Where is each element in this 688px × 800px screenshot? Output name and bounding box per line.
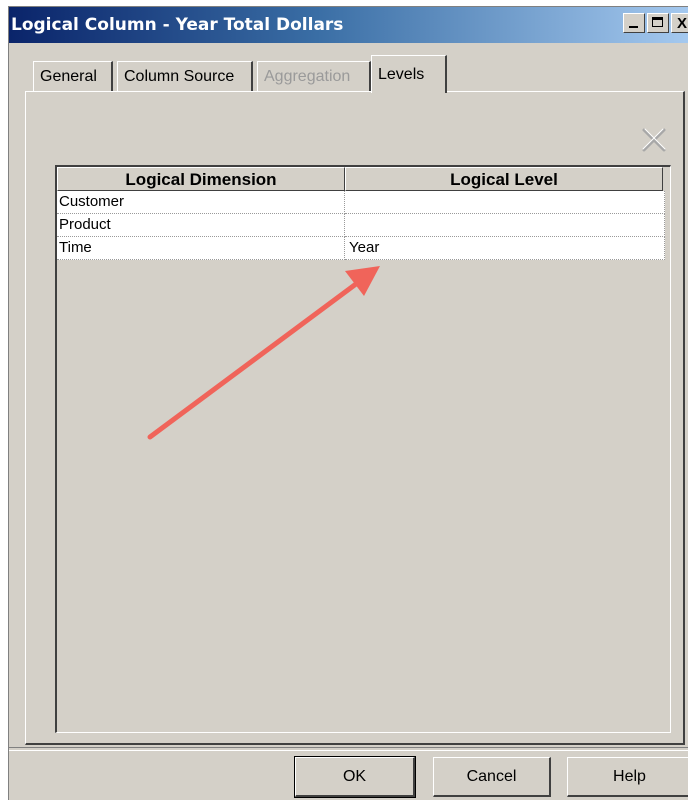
dimension-cell: Product [57, 214, 345, 237]
tab-levels[interactable]: Levels [371, 55, 447, 93]
maximize-button[interactable] [647, 13, 669, 33]
minimize-icon [629, 26, 638, 28]
close-button[interactable]: X [671, 13, 688, 33]
grid-body: Customer Product Time Year [57, 191, 665, 260]
table-row[interactable]: Product [57, 214, 665, 237]
levels-grid: Logical Dimension Logical Level Customer… [55, 165, 671, 733]
level-cell[interactable] [345, 191, 665, 214]
close-icon: X [676, 14, 687, 32]
column-header-logical-level[interactable]: Logical Level [345, 167, 663, 191]
delete-x-icon[interactable] [638, 124, 670, 156]
help-button[interactable]: Help [567, 757, 688, 797]
table-row[interactable]: Time Year [57, 237, 665, 260]
dimension-cell: Time [57, 237, 345, 260]
level-cell[interactable] [345, 214, 665, 237]
column-header-logical-dimension[interactable]: Logical Dimension [57, 167, 345, 191]
ok-button[interactable]: OK [294, 756, 416, 798]
tab-aggregation: Aggregation [257, 61, 371, 91]
title-bar[interactable]: Logical Column - Year Total Dollars X [9, 7, 688, 43]
grid-header: Logical Dimension Logical Level [57, 167, 669, 191]
table-row[interactable]: Customer [57, 191, 665, 214]
tab-column-source[interactable]: Column Source [117, 61, 253, 91]
minimize-button[interactable] [623, 13, 645, 33]
dialog-window: Logical Column - Year Total Dollars X Ge… [8, 6, 688, 800]
window-controls: X [623, 13, 688, 33]
footer-divider [9, 747, 688, 751]
maximize-icon [652, 17, 663, 27]
window-title: Logical Column - Year Total Dollars [11, 15, 344, 35]
cancel-button[interactable]: Cancel [433, 757, 551, 797]
tab-general[interactable]: General [33, 61, 113, 91]
dimension-cell: Customer [57, 191, 345, 214]
level-cell[interactable]: Year [345, 237, 665, 260]
